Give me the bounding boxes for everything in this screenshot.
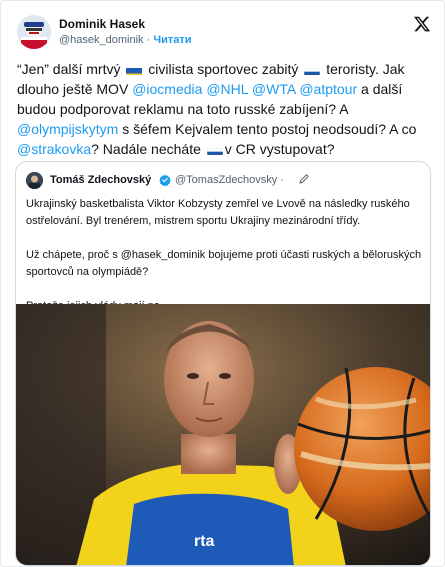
quoted-author-handle[interactable]: @TomasZdechovsky bbox=[175, 174, 277, 186]
quoted-author-handle-line: @TomasZdechovsky · bbox=[175, 174, 284, 186]
quoted-paragraph: Už chápete, proč s @hasek_dominik bojuje… bbox=[26, 249, 422, 278]
tweet-text: “Jen” další mrtvý civilista sportovec za… bbox=[17, 59, 431, 159]
jersey-text: rta bbox=[194, 533, 215, 550]
quoted-tweet[interactable]: Tomáš Zdechovský @TomasZdechovsky · Ukra… bbox=[15, 161, 431, 566]
tweet-card: Dominik Hasek @hasek_dominik · Читати “J… bbox=[0, 0, 445, 567]
tweet-text-segment: v CR vystupovat? bbox=[224, 141, 335, 157]
author-name[interactable]: Dominik Hasek bbox=[59, 17, 145, 31]
quoted-author-name[interactable]: Tomáš Zdechovský bbox=[50, 174, 151, 186]
tweet-text-segment: s šéfem Kejvalem tento postoj neodsoudí?… bbox=[122, 121, 417, 137]
mention-link[interactable]: @iocmedia bbox=[132, 81, 202, 97]
separator-dot: · bbox=[280, 174, 284, 186]
x-logo-icon[interactable] bbox=[413, 15, 431, 33]
quoted-tweet-header: Tomáš Zdechovský @TomasZdechovsky · bbox=[26, 172, 422, 190]
mention-link[interactable]: @NHL bbox=[206, 81, 248, 97]
mention-link[interactable]: @WTA bbox=[252, 81, 296, 97]
follow-button[interactable]: Читати bbox=[153, 34, 191, 46]
tweet-header: Dominik Hasek @hasek_dominik · Читати bbox=[17, 13, 431, 53]
author-handle[interactable]: @hasek_dominik bbox=[59, 34, 144, 46]
verified-badge-icon bbox=[159, 174, 171, 186]
quoted-tweet-photo[interactable]: rta bbox=[16, 304, 430, 565]
tweet-text-segment: civilista sportovec zabitý bbox=[148, 61, 299, 77]
ukraine-flag-icon bbox=[126, 64, 143, 75]
tweet-text-segment: “Jen” další mrtvý bbox=[17, 61, 121, 77]
edit-pencil-icon bbox=[299, 174, 309, 184]
russia-flag-icon bbox=[304, 64, 321, 75]
quoted-paragraph: Ukrajinský basketbalista Viktor Kobzysty… bbox=[26, 198, 410, 227]
author-avatar[interactable] bbox=[17, 15, 51, 49]
tweet-text-segment: ? Nadále necháte bbox=[91, 141, 201, 157]
mention-link[interactable]: @strakovka bbox=[17, 141, 91, 157]
quoted-tweet-text: Ukrajinský basketbalista Viktor Kobzysty… bbox=[26, 196, 422, 315]
quoted-author-avatar[interactable] bbox=[26, 172, 43, 189]
mention-link[interactable]: @atptour bbox=[299, 81, 357, 97]
separator-dot: · bbox=[146, 34, 151, 46]
author-handle-line: @hasek_dominik · Читати bbox=[59, 34, 192, 46]
russia-flag-icon bbox=[206, 144, 223, 155]
mention-link[interactable]: @olympijskytym bbox=[17, 121, 118, 137]
